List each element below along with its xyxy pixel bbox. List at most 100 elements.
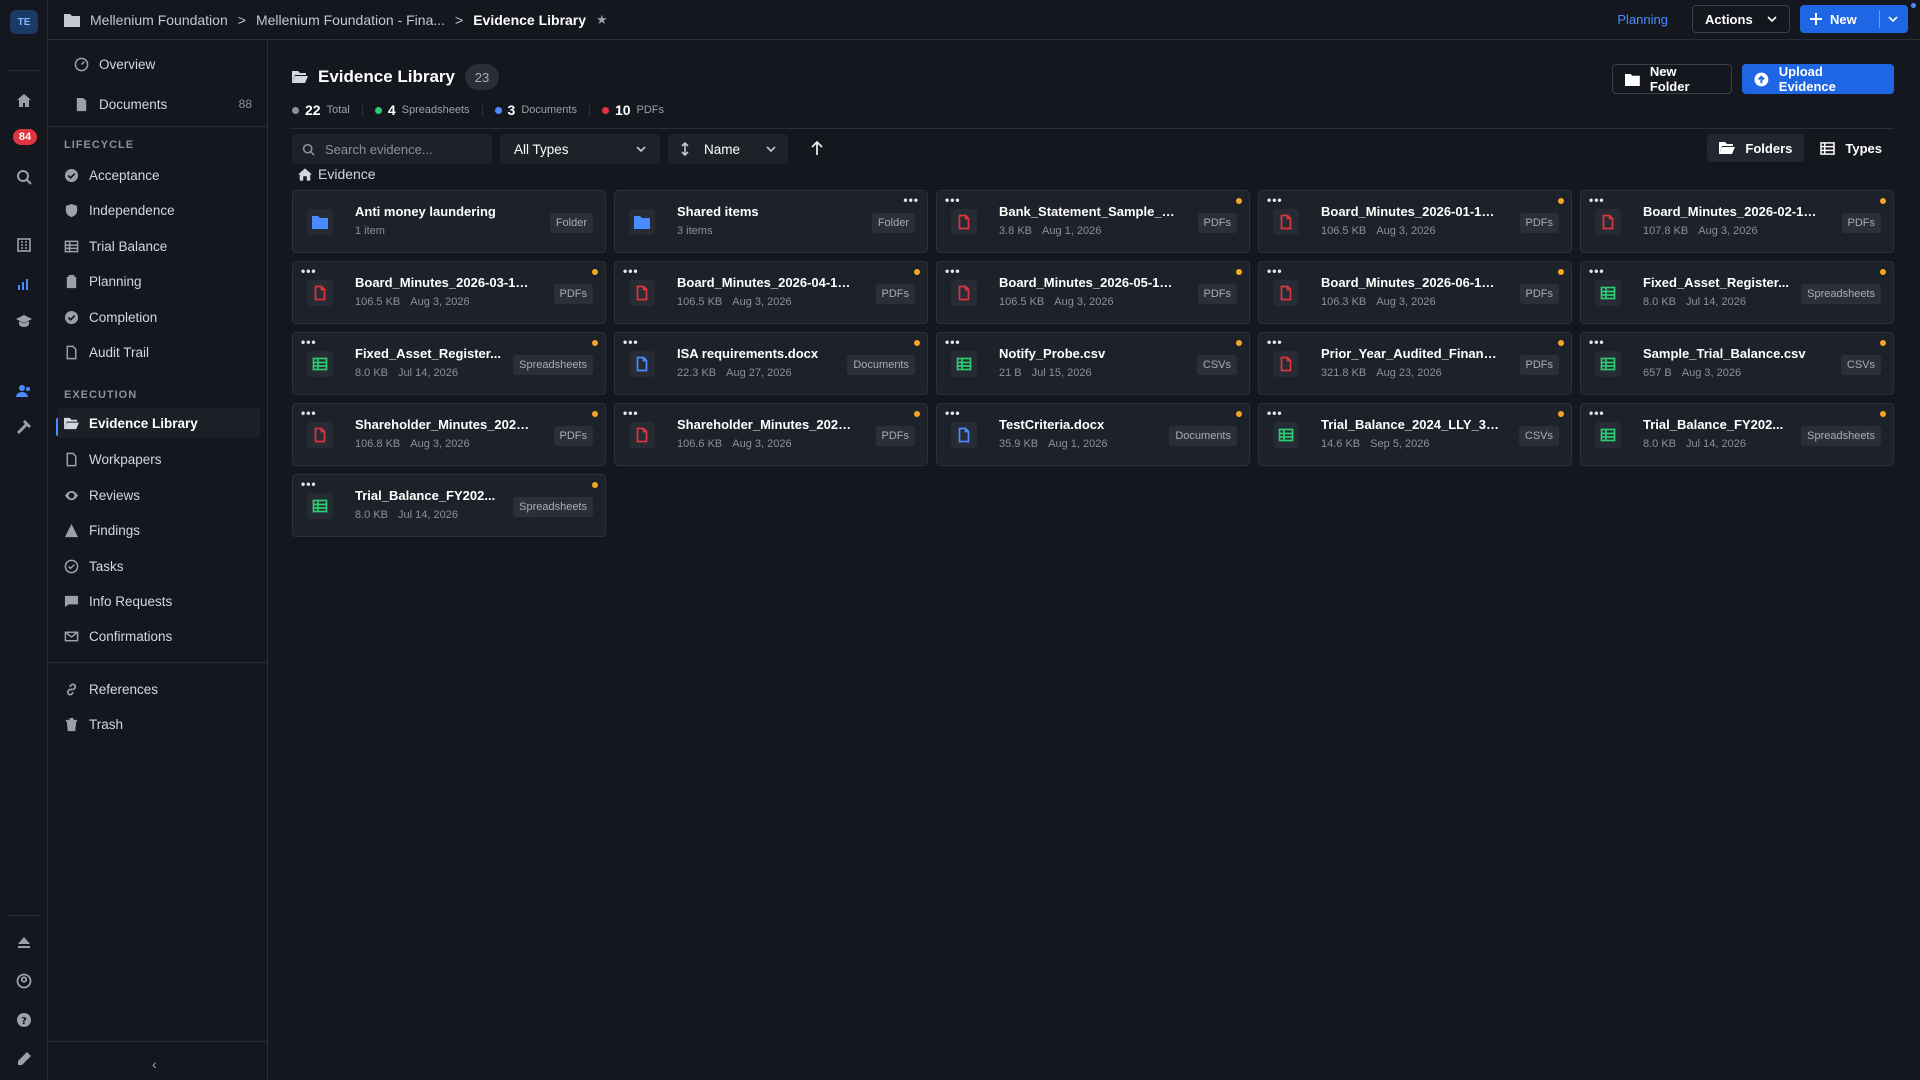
new-button[interactable]: New [1800,5,1908,33]
evidence-card[interactable]: ••• TestCriteria.docx 35.9 KB Aug 1, 2026 Do… [936,403,1250,466]
sidebar-item-findings[interactable]: Findings [64,515,260,545]
users-icon[interactable] [12,379,36,403]
more-options-icon[interactable]: ••• [623,406,639,420]
sidebar-item-info-requests[interactable]: Info Requests [64,586,260,616]
sidebar-item-evidence-library[interactable]: Evidence Library [58,408,260,438]
sidebar-item-audit-trail[interactable]: Audit Trail [64,337,260,367]
evidence-name[interactable]: ISA requirements.docx [677,346,857,361]
more-options-icon[interactable]: ••• [301,477,317,491]
more-options-icon[interactable]: ••• [1589,406,1605,420]
evidence-name[interactable]: Sample_Trial_Balance.csv [1643,346,1823,361]
more-options-icon[interactable]: ••• [623,335,639,349]
evidence-card[interactable]: ••• Fixed_Asset_Register... 8.0 KB Jul 14, … [1580,261,1894,324]
sidebar-item-reviews[interactable]: Reviews [64,480,260,510]
sidebar-item-trash[interactable]: Trash [64,709,260,739]
more-options-icon[interactable]: ••• [1267,264,1283,278]
chevron-down-icon[interactable] [1888,16,1898,22]
evidence-card[interactable]: ••• Trial_Balance_FY202... 8.0 KB Jul 14, 2… [292,474,606,537]
evidence-name[interactable]: TestCriteria.docx [999,417,1179,432]
more-options-icon[interactable]: ••• [1267,193,1283,207]
evidence-card[interactable]: ••• Sample_Trial_Balance.csv 657 B Aug 3, 2… [1580,332,1894,395]
sort-select[interactable]: Name [668,134,788,164]
location-breadcrumb[interactable]: Evidence [298,166,376,182]
evidence-name[interactable]: Notify_Probe.csv [999,346,1179,361]
evidence-card[interactable]: ••• ISA requirements.docx 22.3 KB Aug 27, 2… [614,332,928,395]
evidence-name[interactable]: Prior_Year_Audited_Financial... [1321,346,1501,361]
more-options-icon[interactable]: ••• [945,335,961,349]
more-options-icon[interactable]: ••• [1589,264,1605,278]
more-options-icon[interactable]: ••• [1267,335,1283,349]
evidence-card[interactable]: ••• Shareholder_Minutes_2026-0... 106.6 KB… [614,403,928,466]
eject-icon[interactable] [12,930,36,954]
evidence-card[interactable]: ••• Prior_Year_Audited_Financial... 321.8 … [1258,332,1572,395]
breadcrumb-item[interactable]: Mellenium Foundation - Fina... [256,12,445,28]
more-options-icon[interactable]: ••• [1589,335,1605,349]
view-types-button[interactable]: Types [1808,134,1894,162]
evidence-name[interactable]: Bank_Statement_Sample_06.... [999,204,1179,219]
evidence-name[interactable]: Board_Minutes_2026-04-16.... [677,275,857,290]
planning-link[interactable]: Planning [1617,12,1668,27]
analytics-icon[interactable] [12,272,36,296]
evidence-name[interactable]: Shareholder_Minutes_2026-0... [677,417,857,432]
help-icon[interactable]: ? [12,1008,36,1032]
sidebar-item-overview[interactable]: Overview [74,49,270,79]
type-filter-select[interactable]: All Types [500,134,660,164]
more-options-icon[interactable]: ••• [945,406,961,420]
more-options-icon[interactable]: ••• [945,264,961,278]
notification-badge[interactable]: 84 [13,129,37,145]
evidence-card[interactable]: ••• Board_Minutes_2026-04-16.... 106.5 KB A… [614,261,928,324]
sidebar-item-completion[interactable]: Completion [64,302,260,332]
evidence-card[interactable]: ••• Board_Minutes_2026-02-12.... 107.8 KB A… [1580,190,1894,253]
workspace-avatar[interactable]: TE [10,10,38,34]
evidence-name[interactable]: Shareholder_Minutes_2026-0... [355,417,535,432]
evidence-card[interactable]: ••• Fixed_Asset_Register... 8.0 KB Jul 14, … [292,332,606,395]
evidence-name[interactable]: Trial_Balance_FY202... [355,488,535,503]
sidebar-item-documents[interactable]: Documents 88 [74,89,270,119]
evidence-card[interactable]: ••• Shareholder_Minutes_2026-0... 106.8 KB… [292,403,606,466]
evidence-card[interactable]: ••• Board_Minutes_2026-03-12.... 106.5 KB A… [292,261,606,324]
evidence-name[interactable]: Board_Minutes_2026-02-12.... [1643,204,1823,219]
evidence-card[interactable]: ••• Board_Minutes_2026-06-18.... 106.3 KB A… [1258,261,1572,324]
evidence-card[interactable]: Anti money laundering 1 item Folder [292,190,606,253]
more-options-icon[interactable]: ••• [623,264,639,278]
sidebar-item-independence[interactable]: Independence [64,195,260,225]
more-options-icon[interactable]: ••• [1589,193,1605,207]
sidebar-item-confirmations[interactable]: Confirmations [64,621,260,651]
graduation-cap-icon[interactable] [12,309,36,333]
evidence-card[interactable]: ••• Board_Minutes_2026-05-14.... 106.5 KB A… [936,261,1250,324]
hammer-icon[interactable] [12,415,36,439]
evidence-name[interactable]: Anti money laundering [355,204,535,219]
breadcrumb-item[interactable]: Mellenium Foundation [90,12,228,28]
view-folders-button[interactable]: Folders [1707,134,1805,162]
sidebar-item-acceptance[interactable]: Acceptance [64,160,260,190]
search-icon[interactable] [12,165,36,189]
sidebar-item-planning[interactable]: Planning [64,266,260,296]
more-options-icon[interactable]: ••• [945,193,961,207]
evidence-name[interactable]: Shared items [677,204,857,219]
evidence-name[interactable]: Board_Minutes_2026-01-15.p... [1321,204,1501,219]
evidence-name[interactable]: Board_Minutes_2026-06-18.... [1321,275,1501,290]
more-options-icon[interactable]: ••• [301,264,317,278]
home-icon[interactable] [12,89,36,113]
arrow-up-icon[interactable] [810,140,824,156]
more-options-icon[interactable]: ••• [903,193,919,207]
upload-evidence-button[interactable]: Upload Evidence [1742,64,1894,94]
evidence-card[interactable]: ••• Trial_Balance_2024_LLY_300... 14.6 KB S… [1258,403,1572,466]
evidence-card[interactable]: ••• Board_Minutes_2026-01-15.p... 106.5 KB… [1258,190,1572,253]
evidence-name[interactable]: Fixed_Asset_Register... [355,346,535,361]
actions-button[interactable]: Actions [1692,5,1790,33]
more-options-icon[interactable]: ••• [301,406,317,420]
more-options-icon[interactable]: ••• [301,335,317,349]
evidence-name[interactable]: Trial_Balance_FY202... [1643,417,1823,432]
search-input[interactable] [325,141,475,157]
evidence-card[interactable]: ••• Trial_Balance_FY202... 8.0 KB Jul 14, 2… [1580,403,1894,466]
evidence-card[interactable]: ••• Shared items 3 items Folder [614,190,928,253]
evidence-name[interactable]: Board_Minutes_2026-03-12.... [355,275,535,290]
sidebar-item-trial-balance[interactable]: Trial Balance [64,231,260,261]
more-options-icon[interactable]: ••• [1267,406,1283,420]
evidence-name[interactable]: Trial_Balance_2024_LLY_300... [1321,417,1501,432]
evidence-name[interactable]: Board_Minutes_2026-05-14.... [999,275,1179,290]
evidence-name[interactable]: Fixed_Asset_Register... [1643,275,1823,290]
building-icon[interactable] [12,233,36,257]
evidence-card[interactable]: ••• Bank_Statement_Sample_06.... 3.8 KB Aug… [936,190,1250,253]
